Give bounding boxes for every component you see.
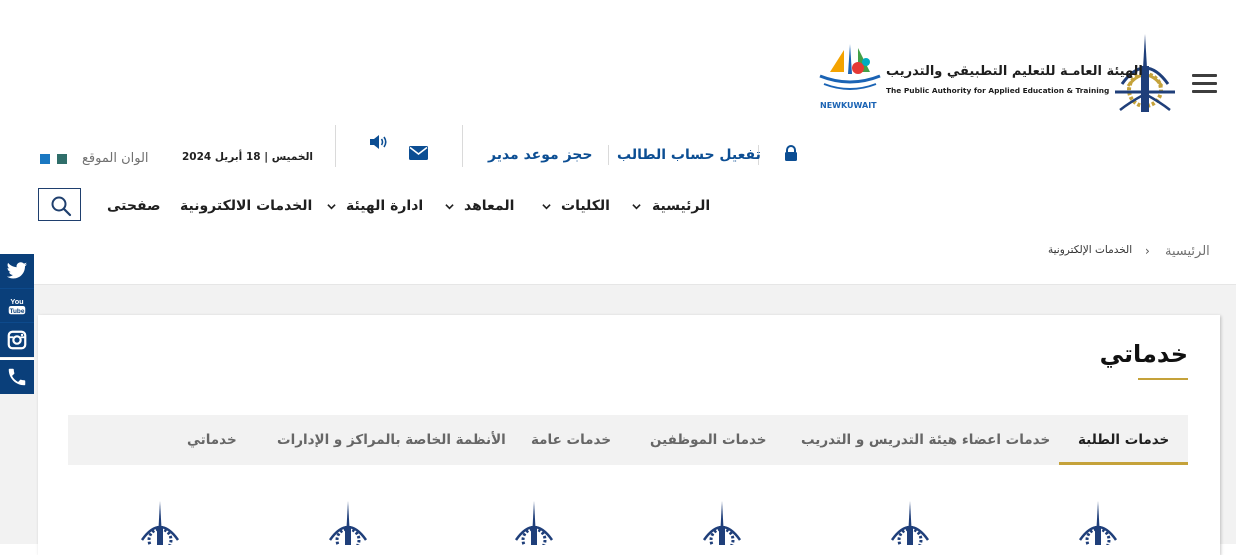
tab-centers-systems[interactable]: الأنظمة الخاصة بالمراكز و الإدارات: [277, 432, 506, 448]
active-tab-indicator: [1059, 462, 1188, 465]
search-button[interactable]: [38, 188, 81, 221]
service-tile-logo[interactable]: [696, 500, 748, 545]
twitter-icon: [6, 262, 28, 279]
youtube-text-you: You: [10, 297, 23, 306]
service-tile-logo[interactable]: [508, 500, 560, 545]
chevron-down-icon: [542, 204, 551, 210]
search-icon: [51, 196, 72, 217]
divider: [462, 125, 463, 167]
chevron-down-icon: [445, 204, 454, 210]
nav-item-colleges[interactable]: الكليات: [561, 198, 610, 214]
new-kuwait-label: NEWKUWAIT: [820, 101, 877, 110]
phone-button[interactable]: [0, 358, 34, 394]
youtube-button[interactable]: You Tube: [0, 288, 34, 323]
hamburger-bar: [1192, 90, 1217, 93]
new-kuwait-logo[interactable]: [818, 42, 882, 102]
service-tile-logo[interactable]: [134, 500, 186, 545]
tab-general-services[interactable]: خدمات عامة: [531, 432, 611, 448]
tab-my-services[interactable]: خدماتي: [187, 432, 237, 448]
youtube-icon: You Tube: [8, 297, 26, 315]
nav-item-home[interactable]: الرئيسية: [652, 198, 710, 214]
speaker-icon[interactable]: [369, 134, 389, 150]
book-manager-appointment-link[interactable]: حجز موعد مدير: [488, 147, 592, 163]
twitter-button[interactable]: [0, 254, 34, 288]
menu-hamburger-button[interactable]: [1192, 74, 1217, 94]
lock-icon: [785, 145, 797, 161]
nav-item-my-page[interactable]: صفحتى: [107, 198, 161, 214]
authority-name-en: The Public Authority for Applied Educati…: [886, 86, 1110, 95]
current-date: الخميس | 18 أبريل 2024: [182, 151, 313, 163]
chevron-down-icon: [327, 204, 336, 210]
color-swatch-blue[interactable]: [40, 154, 50, 164]
activate-student-account-link[interactable]: تفعيل حساب الطالب: [617, 147, 761, 163]
tab-student-services[interactable]: خدمات الطلبة: [1078, 432, 1169, 448]
nav-item-institutes[interactable]: المعاهد: [464, 198, 514, 214]
divider: [335, 125, 336, 167]
phone-icon: [8, 368, 26, 386]
hamburger-bar: [1192, 82, 1217, 85]
instagram-button[interactable]: [0, 322, 34, 357]
tab-faculty-services[interactable]: خدمات اعضاء هيئة التدريس و التدريب: [801, 432, 1050, 448]
hamburger-bar: [1192, 74, 1217, 77]
site-colors-label: الوان الموقع: [82, 151, 149, 166]
breadcrumb-current: الخدمات الإلكترونية: [1048, 244, 1133, 256]
chevron-down-icon: [632, 204, 641, 210]
service-tile-logo[interactable]: [884, 500, 936, 545]
divider: [608, 145, 609, 165]
nav-item-e-services[interactable]: الخدمات الالكترونية: [180, 198, 312, 214]
breadcrumb-separator: ›: [1145, 244, 1150, 258]
breadcrumb-home-link[interactable]: الرئيسية: [1165, 244, 1210, 259]
nav-item-authority-admin[interactable]: ادارة الهيئة: [346, 198, 423, 214]
instagram-icon: [7, 330, 27, 350]
service-tile-logo[interactable]: [322, 500, 374, 545]
color-swatch-green[interactable]: [57, 154, 67, 164]
title-underline: [1138, 378, 1188, 380]
page-title: خدماتي: [1099, 340, 1188, 368]
service-tile-logo[interactable]: [1072, 500, 1124, 545]
youtube-text-tube: Tube: [10, 308, 25, 315]
mail-icon[interactable]: [409, 146, 428, 160]
tab-employee-services[interactable]: خدمات الموظفين: [650, 432, 767, 448]
authority-name-ar: الهيئة العامـة للتعليم التطبيقي والتدريب: [886, 64, 1143, 79]
